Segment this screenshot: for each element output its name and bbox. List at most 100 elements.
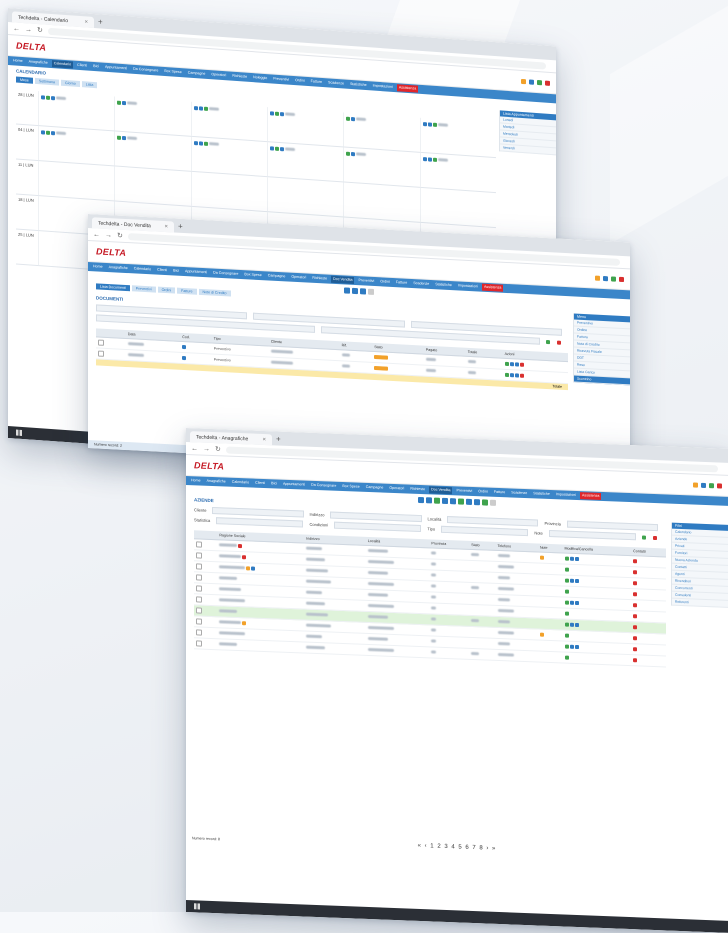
appointment-chip[interactable] xyxy=(269,110,296,117)
action-button[interactable] xyxy=(474,499,480,506)
menu-item[interactable]: Da Consegnare xyxy=(211,269,240,278)
view-tab[interactable]: Lista Documenti xyxy=(96,283,130,292)
menu-item[interactable]: Campagne xyxy=(266,272,288,280)
appointment-chip[interactable] xyxy=(422,121,449,128)
menu-item[interactable]: Anagrafiche xyxy=(205,478,228,486)
reset-button[interactable] xyxy=(557,340,561,345)
view-tab[interactable]: Lista xyxy=(81,81,98,89)
pagination[interactable]: « ‹ 1 2 3 4 5 6 7 8 › » xyxy=(186,834,728,861)
search-button[interactable] xyxy=(642,535,647,540)
appointment-chip[interactable] xyxy=(346,116,372,123)
calendar-cell[interactable] xyxy=(190,101,267,142)
calendar-cell[interactable] xyxy=(343,147,420,187)
appointment-chip[interactable] xyxy=(422,156,449,163)
calendar-cell[interactable] xyxy=(114,96,191,136)
back-icon[interactable]: ← xyxy=(13,25,20,32)
filter-field[interactable] xyxy=(566,520,658,532)
menu-item[interactable]: Preventivi xyxy=(454,487,474,495)
toolbar-icon[interactable] xyxy=(701,482,706,488)
menu-item[interactable]: Appuntamenti xyxy=(183,268,209,276)
calendar-cell[interactable] xyxy=(38,126,115,166)
new-tab-icon[interactable]: + xyxy=(98,17,103,26)
menu-item[interactable]: Richieste xyxy=(408,486,427,494)
menu-item[interactable]: Doc Vendita xyxy=(429,486,453,495)
view-tab[interactable]: Settimana xyxy=(34,77,59,86)
menu-item[interactable]: Clienti xyxy=(75,62,89,70)
menu-item[interactable]: Richieste xyxy=(230,73,249,81)
reload-icon[interactable]: ↻ xyxy=(37,26,43,34)
menu-item[interactable]: Assistenza xyxy=(580,492,602,500)
menu-item[interactable]: Home xyxy=(91,263,105,271)
menu-item[interactable]: Ordini xyxy=(476,488,490,496)
appointment-chip[interactable] xyxy=(193,105,220,112)
menu-item[interactable]: Assistenza xyxy=(482,283,504,292)
menu-item[interactable]: Impostazioni xyxy=(456,282,480,290)
forward-icon[interactable]: → xyxy=(25,26,32,33)
menu-item[interactable]: Box Spese xyxy=(340,483,361,491)
appointment-chip[interactable] xyxy=(41,129,67,136)
view-tab[interactable]: Mese xyxy=(16,76,33,84)
reload-icon[interactable]: ↻ xyxy=(215,445,221,453)
calendar-cell[interactable] xyxy=(343,112,420,152)
action-button[interactable] xyxy=(490,499,496,506)
calendar-cell[interactable] xyxy=(343,182,420,222)
new-tab-icon[interactable]: + xyxy=(276,434,281,443)
menu-item[interactable]: Campagne xyxy=(364,484,386,492)
appointment-chip[interactable] xyxy=(41,94,67,101)
close-tab-icon[interactable]: × xyxy=(164,224,168,230)
action-button[interactable] xyxy=(458,498,464,505)
menu-item[interactable]: Noleggio xyxy=(251,74,269,82)
forward-icon[interactable]: → xyxy=(105,231,112,238)
calendar-cell[interactable] xyxy=(190,136,267,177)
action-button[interactable] xyxy=(442,497,448,505)
toolbar-icon[interactable] xyxy=(545,80,550,86)
menu-item[interactable]: Preventivi xyxy=(356,277,376,285)
menu-item[interactable]: Scadenze xyxy=(509,489,529,497)
toolbar-icon[interactable] xyxy=(529,78,534,85)
menu-item[interactable]: Statistiche xyxy=(348,81,369,89)
sidebar-item[interactable]: Referenti xyxy=(672,598,728,608)
action-button[interactable] xyxy=(360,288,366,295)
filter-field[interactable] xyxy=(441,525,529,537)
menu-item[interactable]: Box Spese xyxy=(242,271,263,279)
toolbar-icon[interactable] xyxy=(521,78,526,84)
toolbar-icon[interactable] xyxy=(619,276,624,282)
calendar-cell[interactable] xyxy=(419,187,496,228)
menu-item[interactable]: Campagne xyxy=(186,69,208,78)
menu-item[interactable]: Richieste xyxy=(310,275,329,283)
menu-item[interactable]: Fatture xyxy=(309,78,324,86)
action-button[interactable] xyxy=(352,287,358,295)
calendar-cell[interactable] xyxy=(266,177,344,217)
calendar-cell[interactable] xyxy=(38,91,115,131)
reset-button[interactable] xyxy=(653,535,658,540)
menu-item[interactable]: Statistiche xyxy=(433,281,454,289)
appointment-chip[interactable] xyxy=(117,100,143,107)
appointment-chip[interactable] xyxy=(346,151,372,158)
appointment-chip[interactable] xyxy=(193,140,220,147)
menu-item[interactable]: Bici xyxy=(269,480,279,487)
toolbar-icon[interactable] xyxy=(603,275,608,281)
windows-start-icon[interactable] xyxy=(194,903,200,910)
menu-item[interactable]: Impostazioni xyxy=(554,491,578,499)
view-tab[interactable]: Ordini xyxy=(157,286,176,294)
calendar-cell[interactable] xyxy=(190,171,267,212)
action-button[interactable] xyxy=(344,287,350,294)
appointment-chip[interactable] xyxy=(117,135,143,142)
view-tab[interactable]: Note di Credito xyxy=(198,288,231,297)
toolbar-icon[interactable] xyxy=(595,275,600,281)
calendar-cell[interactable] xyxy=(114,131,191,171)
back-icon[interactable]: ← xyxy=(191,445,198,452)
menu-item[interactable]: Calendario xyxy=(230,479,251,487)
view-tab[interactable]: Giorno xyxy=(60,79,80,88)
menu-item[interactable]: Fatture xyxy=(492,489,507,497)
appointment-chip[interactable] xyxy=(269,145,296,152)
menu-item[interactable]: Operatori xyxy=(209,71,228,79)
menu-item[interactable]: Ordini xyxy=(378,278,392,286)
menu-item[interactable]: Preventivi xyxy=(271,75,291,83)
toolbar-icon[interactable] xyxy=(537,79,542,85)
calendar-cell[interactable] xyxy=(266,142,344,182)
view-tab[interactable]: Preventivi xyxy=(131,285,156,293)
view-tab[interactable]: Fatture xyxy=(177,287,197,295)
menu-item[interactable]: Calendario xyxy=(132,265,153,273)
calendar-cell[interactable] xyxy=(114,166,191,206)
